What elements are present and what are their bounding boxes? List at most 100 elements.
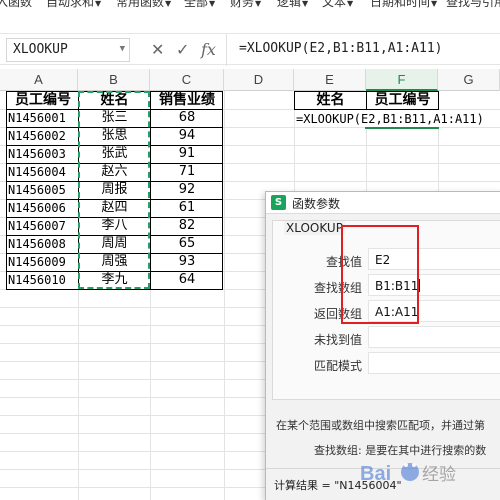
table-cell-employee-id[interactable]: N1456004 [8, 163, 78, 181]
table-cell-name[interactable]: 赵四 [79, 199, 150, 217]
chevron-down-icon: ▼ [302, 0, 309, 8]
table-cell-employee-id[interactable]: N1456009 [8, 253, 78, 271]
formula-bar: XLOOKUP ▼ ✕ ✓ fx =XLOOKUP(E2,B1:B11,A1:A… [0, 33, 500, 66]
calculation-result: 计算结果 = "N1456004" [274, 479, 402, 492]
column-header-e[interactable]: E [294, 69, 366, 91]
chevron-down-icon: ▼ [165, 0, 172, 8]
arg-label-match-mode: 匹配模式 [313, 359, 362, 373]
table-cell-name[interactable]: 周强 [79, 253, 150, 271]
table-cell-name[interactable]: 张三 [79, 109, 150, 127]
chevron-down-icon[interactable]: ▼ [120, 44, 125, 54]
table-border [6, 253, 223, 254]
table-cell-name[interactable]: 李八 [79, 217, 150, 235]
menu-item-logic[interactable]: 逻辑▼ [277, 0, 308, 10]
arg-input-lookup-array[interactable]: B1:B11 [368, 274, 500, 296]
insert-function-icon[interactable]: fx [201, 40, 216, 59]
arg-label-lookup-value: 查找值 [325, 255, 362, 269]
column-header-d[interactable]: D [224, 69, 294, 91]
table-header-name[interactable]: 姓名 [79, 91, 150, 109]
menu-item-datetime[interactable]: 日期和时间▼ [370, 0, 437, 10]
table-cell-employee-id[interactable]: N1456007 [8, 217, 78, 235]
lookup-header-id[interactable]: 员工编号 [367, 91, 438, 109]
name-box[interactable]: XLOOKUP ▼ [6, 38, 130, 62]
chevron-down-icon: ▼ [255, 0, 262, 8]
cancel-icon[interactable]: ✕ [151, 40, 164, 59]
menu-item-lookup-reference[interactable]: 查找与引用 [446, 0, 500, 10]
table-cell-employee-id[interactable]: N1456002 [8, 127, 78, 145]
table-header-employee-id[interactable]: 员工编号 [8, 91, 78, 109]
table-cell-sales[interactable]: 94 [151, 127, 223, 145]
table-border [6, 163, 223, 164]
spreadsheet-window: 入函数 自动求和▼ 常用函数▼ 全部▼ 财务▼ 逻辑▼ 文本▼ 日期和时间▼ 查… [0, 0, 500, 500]
table-cell-sales[interactable]: 92 [151, 181, 223, 199]
function-description: 在某个范围或数组中搜索匹配项，并通过第 [276, 419, 485, 432]
table-cell-name[interactable]: 周周 [79, 235, 150, 253]
table-border [78, 91, 79, 290]
arg-input-return-array[interactable]: A1:A11 [368, 300, 500, 322]
table-cell-employee-id[interactable]: N1456006 [8, 199, 78, 217]
table-cell-employee-id[interactable]: N1456008 [8, 235, 78, 253]
function-name: XLOOKUP [284, 221, 345, 235]
column-header-c[interactable]: C [150, 69, 224, 91]
lookup-border [366, 91, 367, 110]
column-header-b[interactable]: B [78, 69, 150, 91]
table-cell-name[interactable]: 李九 [79, 271, 150, 289]
table-cell-name[interactable]: 张武 [79, 145, 150, 163]
table-cell-sales[interactable]: 93 [151, 253, 223, 271]
table-cell-sales[interactable]: 64 [151, 271, 223, 289]
table-cell-sales[interactable]: 68 [151, 109, 223, 127]
table-cell-name[interactable]: 赵六 [79, 163, 150, 181]
chevron-down-icon: ▼ [431, 0, 438, 8]
table-cell-sales[interactable]: 65 [151, 235, 223, 253]
column-headers: A B C D E F G [0, 69, 500, 91]
column-header-g[interactable]: G [438, 69, 500, 91]
chevron-down-icon: ▼ [347, 0, 354, 8]
text-cursor [419, 279, 421, 292]
formula-input[interactable]: =XLOOKUP(E2,B1:B11,A1:A11) [226, 34, 500, 66]
table-border [6, 181, 223, 182]
name-box-value: XLOOKUP [13, 42, 68, 57]
menu-item-common-functions[interactable]: 常用函数▼ [116, 0, 171, 10]
menu-item-all[interactable]: 全部▼ [184, 0, 215, 10]
menu-item-insert-function[interactable]: 入函数 [0, 0, 32, 10]
arg-input-match-mode[interactable] [368, 352, 500, 374]
dialog-titlebar[interactable]: S 函数参数 [266, 192, 500, 214]
lookup-header-name[interactable]: 姓名 [295, 91, 366, 109]
column-header-f[interactable]: F [366, 69, 438, 91]
arg-input-lookup-value[interactable]: E2 [368, 248, 500, 270]
menu-item-finance[interactable]: 财务▼ [230, 0, 261, 10]
table-cell-employee-id[interactable]: N1456005 [8, 181, 78, 199]
table-cell-sales[interactable]: 82 [151, 217, 223, 235]
gridline [224, 91, 225, 500]
formula-menu-ribbon: 入函数 自动求和▼ 常用函数▼ 全部▼ 财务▼ 逻辑▼ 文本▼ 日期和时间▼ 查… [0, 0, 500, 13]
chevron-down-icon: ▼ [209, 0, 216, 8]
table-cell-name[interactable]: 周报 [79, 181, 150, 199]
table-header-sales[interactable]: 销售业绩 [151, 91, 223, 109]
chevron-down-icon: ▼ [95, 0, 102, 8]
result-bar: 计算结果 = "N1456004" [266, 468, 500, 500]
arg-input-if-not-found[interactable] [368, 326, 500, 348]
function-arguments-dialog: S 函数参数 XLOOKUP 查找值 E2 查找数组 B1:B11 返回数组 A… [265, 191, 500, 500]
dialog-title: 函数参数 [292, 197, 341, 211]
column-header-a[interactable]: A [0, 69, 78, 91]
arg-label-return-array: 返回数组 [313, 307, 362, 321]
table-border [6, 271, 223, 272]
table-cell-sales[interactable]: 61 [151, 199, 223, 217]
confirm-icon[interactable]: ✓ [176, 40, 189, 59]
table-border [6, 217, 223, 218]
table-cell-sales[interactable]: 91 [151, 145, 223, 163]
formula-cell[interactable]: =XLOOKUP(E2,B1:B11,A1:A11) [296, 110, 500, 127]
table-cell-employee-id[interactable]: N1456010 [8, 271, 78, 289]
argument-description: 查找数组: 是要在其中进行搜索的数 [314, 444, 487, 457]
table-cell-employee-id[interactable]: N1456003 [8, 145, 78, 163]
menu-item-text[interactable]: 文本▼ [322, 0, 353, 10]
table-border [6, 127, 223, 128]
arg-label-if-not-found: 未找到值 [313, 333, 362, 347]
table-cell-name[interactable]: 张思 [79, 127, 150, 145]
table-cell-sales[interactable]: 71 [151, 163, 223, 181]
menu-item-autosum[interactable]: 自动求和▼ [46, 0, 101, 10]
table-border [150, 91, 151, 290]
arg-value-lookup-array: B1:B11 [375, 279, 419, 293]
table-border [6, 199, 223, 200]
table-cell-employee-id[interactable]: N1456001 [8, 109, 78, 127]
